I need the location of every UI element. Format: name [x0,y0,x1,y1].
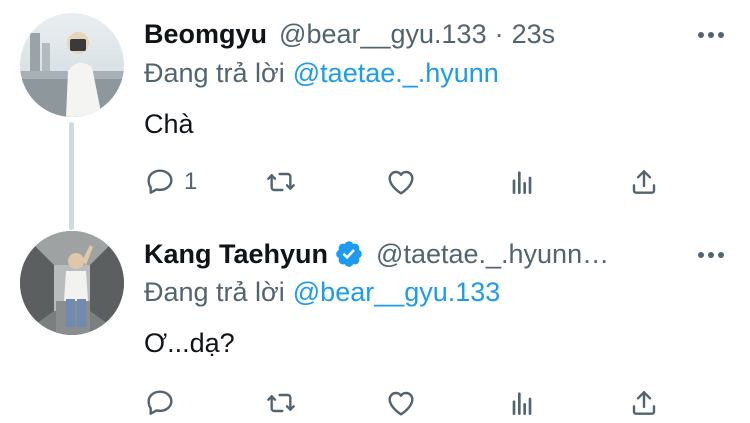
user-handle[interactable]: @bear__gyu.133 [279,14,487,54]
like-icon [388,170,414,195]
user-handle[interactable]: @taetae._.hyunn… [376,234,609,274]
like-button[interactable] [385,162,417,202]
tweet[interactable]: Kang Taehyun @taetae._.hyunn… Đang trả l… [0,215,750,423]
share-icon [632,391,656,415]
reply-context: Đang trả lời @bear__gyu.133 [144,274,500,310]
retweet-icon [267,172,295,192]
tweet-header: Beomgyu @bear__gyu.133 · 23s [144,14,730,54]
reply-icon [147,390,173,415]
reply-prefix: Đang trả lời [144,277,285,307]
retweet-button[interactable] [265,162,297,202]
separator-dot: · [494,19,504,49]
reply-button[interactable] [144,383,184,423]
verified-badge-icon [334,239,364,269]
tweet[interactable]: Beomgyu @bear__gyu.133 · 23s Đang trả lờ… [0,0,750,230]
reply-context: Đang trả lời @taetae._.hyunn [144,55,499,91]
retweet-button[interactable] [265,383,297,423]
action-bar: 1 [144,162,730,202]
reply-icon [147,169,173,194]
share-button[interactable] [628,383,660,423]
more-icon[interactable] [698,31,724,39]
tweet-text: Chà [144,109,194,139]
reply-mention-link[interactable]: @bear__gyu.133 [293,277,501,307]
reply-mention-link[interactable]: @taetae._.hyunn [293,58,499,88]
avatar[interactable] [20,13,124,117]
display-name[interactable]: Beomgyu [144,14,267,54]
stats-icon [512,171,532,194]
timestamp[interactable]: 23s [512,14,556,54]
stats-button[interactable] [506,162,538,202]
action-bar [144,383,730,423]
more-icon[interactable] [698,251,724,259]
share-icon [632,170,656,194]
reply-count: 1 [184,168,198,195]
stats-button[interactable] [506,383,538,423]
avatar[interactable] [20,231,124,335]
tweet-header: Kang Taehyun @taetae._.hyunn… [144,234,730,274]
display-name[interactable]: Kang Taehyun [144,234,328,274]
retweet-icon [267,393,295,413]
tweet-text: Ơ...dạ? [144,328,235,358]
share-button[interactable] [628,162,660,202]
stats-icon [512,392,532,415]
reply-prefix: Đang trả lời [144,58,285,88]
like-button[interactable] [385,383,417,423]
reply-button[interactable]: 1 [144,162,197,202]
like-icon [388,391,414,416]
thread-line [69,122,74,230]
